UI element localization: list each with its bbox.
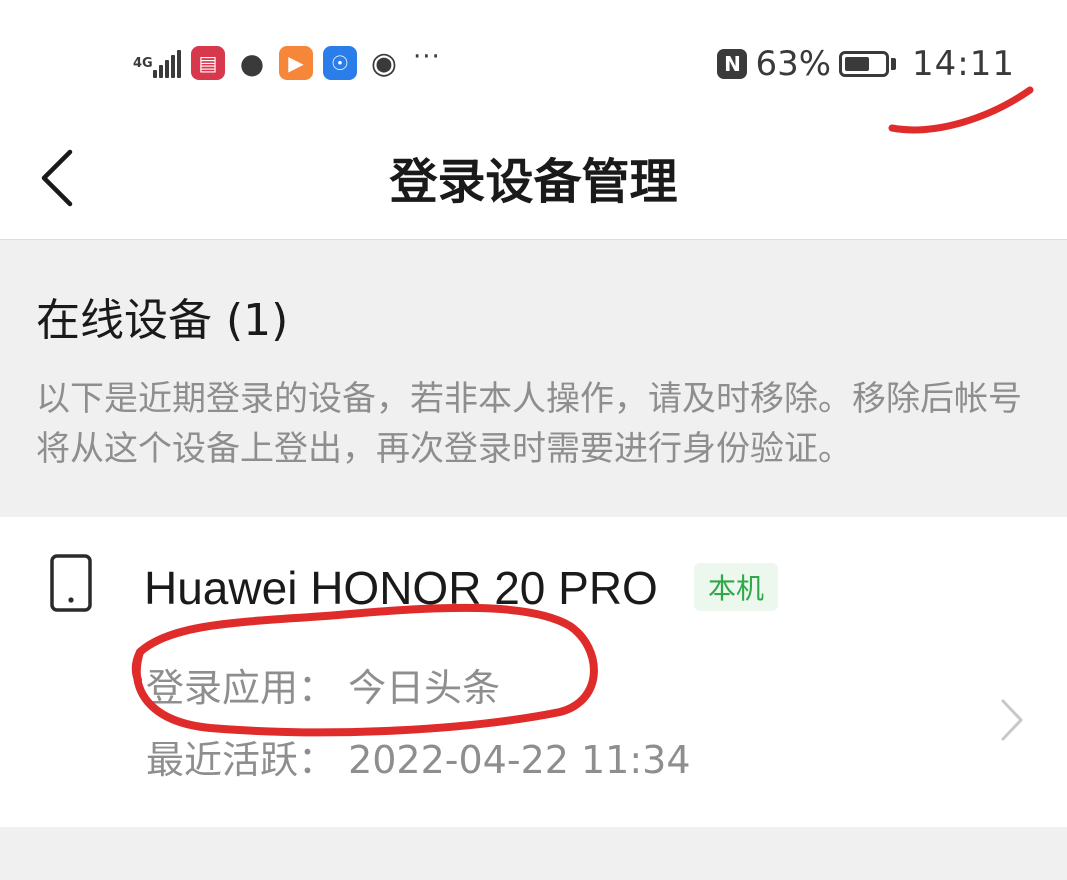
signal-strength-icon bbox=[153, 48, 183, 78]
video-app-icon: ▶ bbox=[279, 46, 313, 80]
device-name: Huawei HONOR 20 PRO bbox=[144, 562, 658, 614]
nfc-icon: N bbox=[717, 49, 748, 79]
battery-percent: 63% bbox=[755, 44, 832, 84]
reader-app-icon: ▤ bbox=[191, 46, 225, 80]
nav-bar: 登录设备管理 bbox=[0, 120, 1067, 240]
wechat-icon: ● bbox=[235, 46, 269, 80]
bottom-background bbox=[0, 827, 1067, 880]
battery-icon bbox=[839, 51, 890, 77]
bulb-app-icon: ☉ bbox=[323, 46, 357, 80]
battery-fill bbox=[845, 57, 869, 71]
phone-icon bbox=[50, 554, 92, 612]
device-last-active: 最近活跃： 2022-04-22 11:34 bbox=[146, 738, 691, 782]
status-time: 14:11 bbox=[912, 44, 1015, 84]
page-title: 登录设备管理 bbox=[389, 154, 678, 210]
status-bar: 4G ▤ ● ▶ ☉ ◉ ··· N 63% 14:11 bbox=[0, 0, 1067, 120]
battery-tip bbox=[891, 58, 897, 70]
browser-app-icon: ◉ bbox=[367, 46, 401, 81]
online-devices-description: 以下是近期登录的设备，若非本人操作，请及时移除。移除后帐号将从这个设备上登出，再… bbox=[36, 379, 1022, 469]
network-type-label: 4G bbox=[133, 55, 153, 71]
status-left: 4G ▤ ● ▶ ☉ ◉ ··· bbox=[133, 42, 441, 81]
more-notifications-icon: ··· bbox=[413, 42, 441, 72]
online-devices-title: 在线设备 (1) bbox=[36, 295, 289, 346]
device-login-app: 登录应用： 今日头条 bbox=[146, 666, 501, 710]
device-list-item[interactable]: Huawei HONOR 20 PRO 本机 登录应用： 今日头条 最近活跃： … bbox=[0, 517, 1067, 827]
current-device-badge: 本机 bbox=[694, 563, 778, 611]
chevron-right-icon[interactable] bbox=[998, 697, 1026, 743]
status-right: N 63% 14:11 bbox=[717, 44, 1015, 84]
